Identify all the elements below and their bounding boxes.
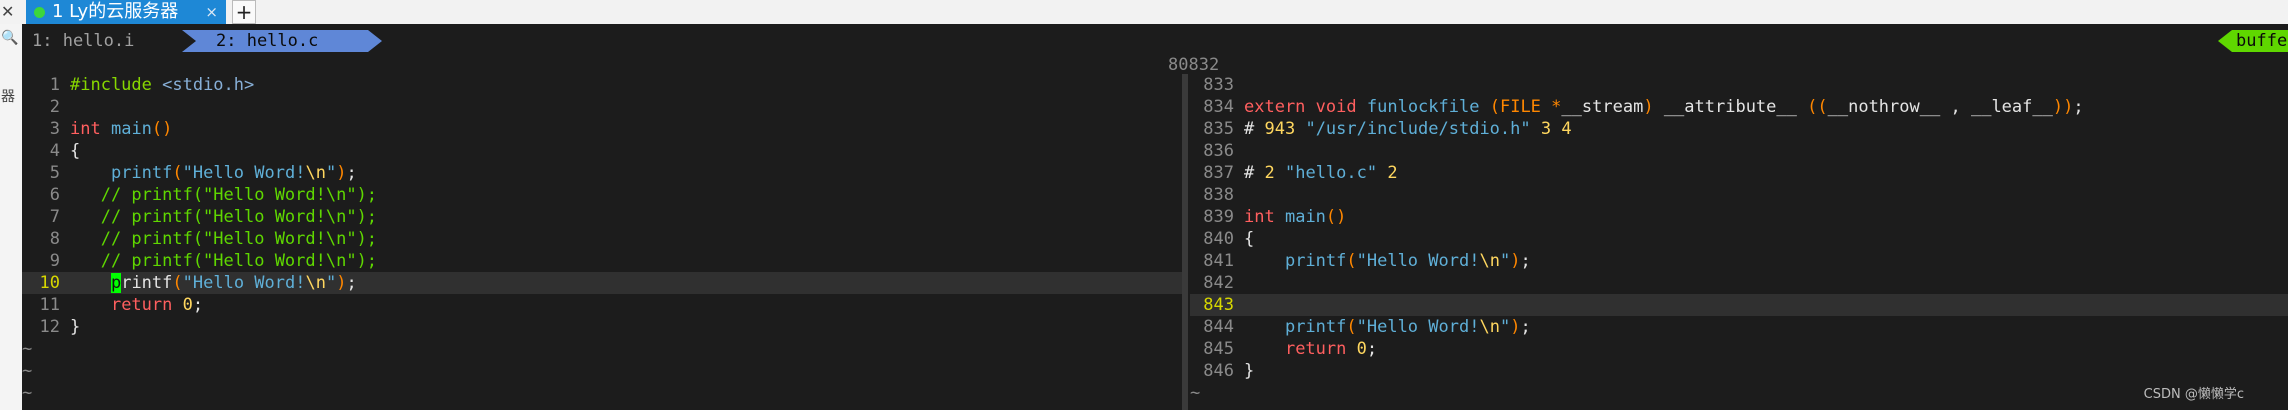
code-line[interactable]: 11 return 0;: [22, 294, 1182, 316]
watermark: CSDN @懒懒学c: [2143, 387, 2244, 402]
terminal-view[interactable]: 1: hello.i 2: hello.c buffe 1 #include <s…: [22, 24, 2288, 410]
line-number: 840: [1203, 229, 1234, 249]
line-number: 841: [1203, 251, 1234, 271]
line-number: 837: [1203, 163, 1234, 183]
line-number: 836: [1203, 141, 1234, 161]
code-line[interactable]: 9 // printf("Hello Word!\n");: [22, 250, 1182, 272]
line-number: 833: [1203, 75, 1234, 95]
code-text: int main(): [70, 119, 173, 139]
empty-line-marker: ~: [22, 361, 33, 381]
session-tab-title: 1 Ly的云服务器: [52, 1, 179, 22]
code-line[interactable]: 2: [22, 96, 1182, 118]
code-text: return 0;: [110, 295, 204, 315]
session-tab[interactable]: 1 Ly的云服务器 ×: [26, 0, 226, 24]
code-text: // printf("Hello Word!\n");: [70, 229, 378, 249]
line-number: 844: [1203, 317, 1234, 337]
sidebar-label: 器: [1, 89, 15, 105]
code-line[interactable]: 10 printf("Hello Word!\n");: [22, 272, 1182, 294]
line-number: 1: [49, 75, 60, 95]
vim-tabline: 1: hello.i 2: hello.c buffe: [22, 30, 2288, 52]
code-line[interactable]: 833: [1190, 74, 2288, 96]
code-line[interactable]: 7 // printf("Hello Word!\n");: [22, 206, 1182, 228]
code-text: // printf("Hello Word!\n");: [70, 185, 378, 205]
side-toolbar: ✕ 🔍 器: [0, 2, 23, 410]
vim-tab-hello-c[interactable]: 2: hello.c: [182, 30, 382, 52]
code-text: printf("Hello Word!\n");: [1284, 251, 1531, 271]
close-icon[interactable]: ✕: [1, 2, 14, 21]
code-line[interactable]: 843: [1190, 294, 2288, 316]
code-text: {: [70, 141, 81, 161]
line-number: 12: [39, 317, 60, 337]
line-number: 838: [1203, 185, 1234, 205]
connection-status-icon: [34, 7, 45, 18]
line-number: 8: [49, 229, 60, 249]
line-number: 842: [1203, 273, 1234, 293]
line-number: 839: [1203, 207, 1234, 227]
code-text: printf("Hello Word!\n");: [110, 273, 357, 293]
line-number: 845: [1203, 339, 1234, 359]
code-line[interactable]: 842: [1190, 272, 2288, 294]
vim-tab-hello-i[interactable]: 1: hello.i: [22, 30, 182, 52]
line-number: 3: [49, 119, 60, 139]
code-text: int main(): [1244, 207, 1347, 227]
code-text: // printf("Hello Word!\n");: [70, 251, 378, 271]
line-number: 846: [1203, 361, 1234, 381]
code-line[interactable]: 3 int main(): [22, 118, 1182, 140]
line-number: 835: [1203, 119, 1234, 139]
text-cursor: p: [110, 273, 122, 293]
buffer-indicator: buffe: [2218, 30, 2288, 52]
code-line[interactable]: 840 {: [1190, 228, 2288, 250]
line-number: 5: [49, 163, 60, 183]
code-text: printf("Hello Word!\n");: [1284, 317, 1531, 337]
code-text: return 0;: [1284, 339, 1378, 359]
code-text: }: [70, 317, 81, 337]
code-line[interactable]: 837 # 2 "hello.c" 2: [1190, 162, 2288, 184]
code-line[interactable]: 838: [1190, 184, 2288, 206]
window-tab-bar: 1 Ly的云服务器 × +: [0, 0, 2288, 25]
line-number: 834: [1203, 97, 1234, 117]
code-text: # 2 "hello.c" 2: [1244, 163, 1398, 183]
code-text: printf("Hello Word!\n");: [110, 163, 357, 183]
code-line[interactable]: 834 extern void funlockfile (FILE *__stre…: [1190, 96, 2288, 118]
line-number: 843: [1203, 295, 1234, 315]
code-line[interactable]: 8 // printf("Hello Word!\n");: [22, 228, 1182, 250]
code-line[interactable]: 839 int main(): [1190, 206, 2288, 228]
code-text: # 943 "/usr/include/stdio.h" 3 4: [1244, 119, 1572, 139]
code-line[interactable]: 835 # 943 "/usr/include/stdio.h" 3 4: [1190, 118, 2288, 140]
code-line[interactable]: 4{: [22, 140, 1182, 162]
code-text: extern void funlockfile (FILE *__stream)…: [1244, 97, 2084, 117]
code-line[interactable]: 6 // printf("Hello Word!\n");: [22, 184, 1182, 206]
line-number: 2: [49, 97, 60, 117]
empty-line-marker: ~: [1190, 383, 1201, 403]
editor-pane-hello-i[interactable]: 833 834 extern void funlockfile (FILE *__s…: [1190, 54, 2288, 410]
new-tab-button[interactable]: +: [232, 0, 256, 24]
code-text: #include <stdio.h>: [70, 75, 255, 95]
code-line[interactable]: 1 #include <stdio.h>: [22, 74, 1182, 96]
code-line[interactable]: 5 printf("Hello Word!\n");: [22, 162, 1182, 184]
line-number: 11: [39, 295, 60, 315]
code-text: }: [1244, 361, 1255, 381]
empty-line-marker: ~: [22, 339, 33, 359]
close-icon[interactable]: ×: [205, 0, 218, 24]
code-text: {: [1244, 229, 1255, 249]
empty-line-marker: ~: [22, 383, 33, 403]
code-line[interactable]: 836: [1190, 140, 2288, 162]
code-text: // printf("Hello Word!\n");: [70, 207, 378, 227]
code-line[interactable]: 846}: [1190, 360, 2288, 382]
code-line[interactable]: 12}: [22, 316, 1182, 338]
line-number: 9: [49, 251, 60, 271]
empty-line-marker: ~: [22, 404, 1182, 410]
code-line[interactable]: 844 printf("Hello Word!\n");: [1190, 316, 2288, 338]
line-number: 4: [49, 141, 60, 161]
split-divider[interactable]: [1182, 74, 1188, 410]
line-number: 6: [49, 185, 60, 205]
editor-pane-hello-c[interactable]: 1 #include <stdio.h> 2 3 int main() 4{5 print…: [22, 54, 1182, 410]
search-icon[interactable]: 🔍: [1, 30, 18, 46]
line-number: 10: [39, 273, 60, 293]
code-line[interactable]: 845 return 0;: [1190, 338, 2288, 360]
line-number: 7: [49, 207, 60, 227]
code-line[interactable]: 841 printf("Hello Word!\n");: [1190, 250, 2288, 272]
